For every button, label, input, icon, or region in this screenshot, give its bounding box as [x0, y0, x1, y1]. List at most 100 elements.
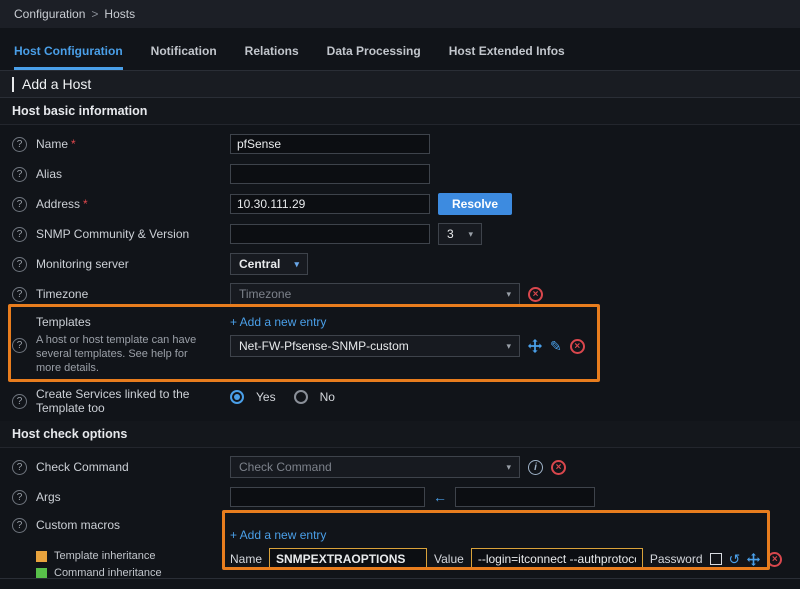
move-icon[interactable] — [528, 339, 542, 353]
breadcrumb-separator: > — [91, 7, 98, 21]
timezone-select[interactable]: Timezone ▾ — [230, 283, 520, 305]
create-services-label-cell: ? Create Services linked to the Template… — [12, 387, 230, 415]
breadcrumb-page[interactable]: Hosts — [104, 7, 135, 21]
args-label: Args — [36, 490, 61, 504]
address-label-cell: ? Address* — [12, 197, 230, 212]
field-row-snmp: ? SNMP Community & Version 3 ▾ — [0, 219, 800, 249]
template-inheritance-swatch — [36, 551, 47, 562]
delete-icon[interactable]: × — [767, 552, 782, 567]
snmp-community-input[interactable] — [230, 224, 430, 244]
legend-template-inheritance: Template inheritance — [36, 550, 208, 562]
help-icon[interactable]: ? — [12, 490, 27, 505]
page: Configuration > Hosts Host Configuration… — [0, 0, 800, 589]
snmp-label-cell: ? SNMP Community & Version — [12, 227, 230, 242]
args-input-1[interactable] — [230, 487, 425, 507]
help-icon[interactable]: ? — [12, 167, 27, 182]
arrow-left-icon: ← — [433, 489, 447, 505]
snmp-version-select[interactable]: 3 ▾ — [438, 223, 482, 245]
chevron-down-icon: ▾ — [468, 229, 473, 240]
inheritance-legend: Template inheritance Command inheritance — [36, 550, 208, 579]
field-row-custom-macros: ? Custom macros Template inheritance Com… — [0, 512, 800, 585]
help-icon[interactable]: ? — [12, 394, 27, 409]
help-icon[interactable]: ? — [12, 338, 27, 353]
page-title: Add a Host — [22, 76, 91, 92]
tab-bar: Host Configuration Notification Relation… — [0, 28, 800, 70]
templates-add-entry-link[interactable]: + Add a new entry — [230, 315, 326, 329]
section-host-basic-information: Host basic information — [0, 98, 800, 125]
macro-name-label: Name — [230, 552, 262, 566]
title-accent-bar — [12, 77, 14, 92]
args-label-cell: ? Args — [12, 490, 230, 505]
resolve-button[interactable]: Resolve — [438, 193, 512, 215]
host-check-form: ? Check Command Check Command ▾ i × ? Ar… — [0, 448, 800, 585]
tab-host-configuration[interactable]: Host Configuration — [14, 44, 123, 70]
timezone-label: Timezone — [36, 287, 88, 301]
help-icon[interactable]: ? — [12, 287, 27, 302]
tab-relations[interactable]: Relations — [245, 44, 299, 70]
monitoring-server-label: Monitoring server — [36, 257, 129, 271]
help-icon[interactable]: ? — [12, 197, 27, 212]
breadcrumb: Configuration > Hosts — [0, 0, 800, 28]
radio-no-label[interactable]: No — [320, 390, 335, 404]
monitoring-server-select[interactable]: Central ▾ — [230, 253, 308, 275]
required-asterisk: * — [71, 137, 76, 151]
breadcrumb-section[interactable]: Configuration — [14, 7, 85, 21]
help-icon[interactable]: ? — [12, 137, 27, 152]
undo-icon[interactable]: ↺ — [729, 552, 741, 566]
name-label: Name* — [36, 137, 76, 151]
templates-label-cell: ? Templates A host or host template can … — [12, 315, 230, 375]
delete-icon[interactable]: × — [570, 339, 585, 354]
help-icon[interactable]: ? — [12, 257, 27, 272]
radio-no[interactable] — [294, 390, 308, 404]
radio-yes-label[interactable]: Yes — [256, 390, 276, 404]
required-asterisk: * — [83, 197, 88, 211]
alias-input[interactable] — [230, 164, 430, 184]
field-row-check-command: ? Check Command Check Command ▾ i × — [0, 452, 800, 482]
tab-host-extended-infos[interactable]: Host Extended Infos — [449, 44, 565, 70]
help-icon[interactable]: ? — [12, 227, 27, 242]
address-input[interactable] — [230, 194, 430, 214]
chevron-down-icon: ▾ — [506, 462, 511, 473]
tab-data-processing[interactable]: Data Processing — [327, 44, 421, 70]
page-title-bar: Add a Host — [0, 70, 800, 98]
chevron-down-icon: ▾ — [506, 341, 511, 352]
radio-yes[interactable] — [230, 390, 244, 404]
help-icon[interactable]: ? — [12, 518, 27, 533]
templates-description: A host or host template can have several… — [36, 333, 208, 375]
move-icon[interactable] — [747, 553, 760, 566]
field-row-templates: ? Templates A host or host template can … — [0, 309, 800, 381]
macro-name-input[interactable] — [269, 548, 427, 570]
field-row-monitoring-server: ? Monitoring server Central ▾ — [0, 249, 800, 279]
macro-password-label: Password — [650, 552, 703, 566]
tab-notification[interactable]: Notification — [151, 44, 217, 70]
macros-add-entry-link[interactable]: + Add a new entry — [230, 528, 326, 542]
delete-icon[interactable]: × — [528, 287, 543, 302]
check-command-select[interactable]: Check Command ▾ — [230, 456, 520, 478]
alias-label: Alias — [36, 167, 62, 181]
template-select[interactable]: Net-FW-Pfsense-SNMP-custom ▾ — [230, 335, 520, 357]
macro-row: Name Value Password ↺ × — [230, 548, 782, 570]
field-row-address: ? Address* Resolve — [0, 189, 800, 219]
help-icon[interactable]: ? — [12, 460, 27, 475]
field-row-name: ? Name* — [0, 129, 800, 159]
address-label: Address* — [36, 197, 88, 211]
field-row-args: ? Args ← — [0, 482, 800, 512]
alias-label-cell: ? Alias — [12, 167, 230, 182]
password-checkbox[interactable] — [710, 553, 722, 565]
name-label-cell: ? Name* — [12, 137, 230, 152]
info-icon[interactable]: i — [528, 460, 543, 475]
name-input[interactable] — [230, 134, 430, 154]
chevron-down-icon: ▾ — [294, 259, 299, 270]
host-basic-form: ? Name* ? Alias ? Address* Resolv — [0, 125, 800, 421]
args-input-2[interactable] — [455, 487, 595, 507]
command-inheritance-swatch — [36, 568, 47, 579]
macro-value-label: Value — [434, 552, 464, 566]
field-row-create-services: ? Create Services linked to the Template… — [0, 381, 800, 421]
custom-macros-label: Custom macros — [36, 518, 208, 532]
edit-icon[interactable]: ✎ — [550, 339, 562, 353]
chevron-down-icon: ▾ — [506, 289, 511, 300]
check-command-label-cell: ? Check Command — [12, 460, 230, 475]
delete-icon[interactable]: × — [551, 460, 566, 475]
create-services-label: Create Services linked to the Template t… — [36, 387, 208, 415]
macro-value-input[interactable] — [471, 548, 643, 570]
